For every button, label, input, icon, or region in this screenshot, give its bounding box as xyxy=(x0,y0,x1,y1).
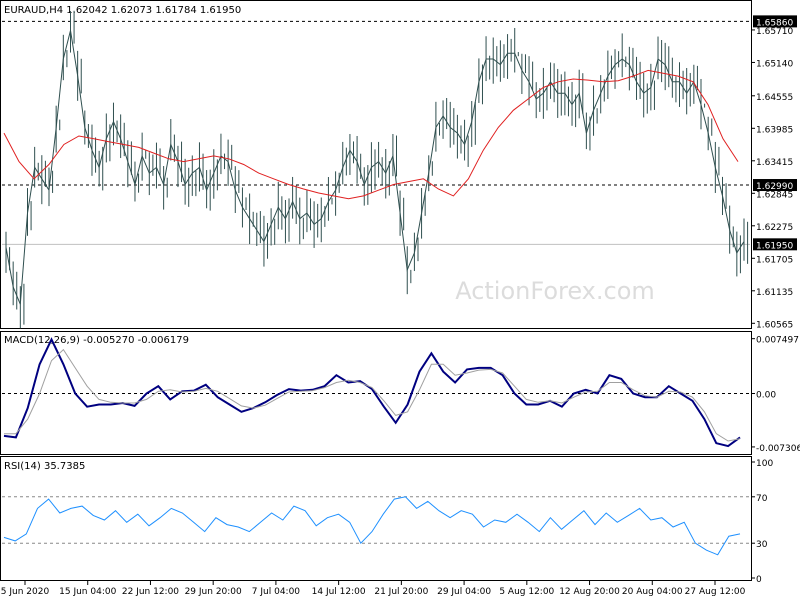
price-y-tick-label: 1.63415 xyxy=(756,158,793,168)
price-y-tick-label: 1.61135 xyxy=(756,288,793,298)
rsi-y-tick-label: 0 xyxy=(756,575,762,585)
rsi-y-tick-label: 70 xyxy=(756,494,768,504)
price-y-tick-label: 1.63985 xyxy=(756,125,793,135)
price-panel-title: EURAUD,H4 1.62042 1.62073 1.61784 1.6195… xyxy=(4,5,241,16)
x-axis-tick-label: 29 Jul 04:00 xyxy=(437,587,491,597)
price-y-tick-label: 1.60565 xyxy=(756,320,793,330)
macd-y-tick-label: -0.007306 xyxy=(756,444,800,454)
watermark: ActionForex.com xyxy=(455,277,655,305)
price-y-tick-label: 1.62275 xyxy=(756,223,793,233)
price-y-tick-label: 1.61705 xyxy=(756,255,793,265)
price-level-label: 1.61950 xyxy=(756,241,793,251)
x-axis-tick-label: 20 Aug 04:00 xyxy=(622,587,683,597)
macd-panel-title: MACD(12,26,9) -0.005270 -0.006179 xyxy=(4,335,189,346)
price-y-tick-label: 1.65710 xyxy=(756,27,793,37)
macd-y-tick-label: 0.007497 xyxy=(756,336,799,346)
rsi-y-tick-label: 30 xyxy=(756,540,768,550)
rsi-panel-frame xyxy=(0,456,752,581)
macd-y-tick-label: 0.00 xyxy=(756,391,776,401)
x-axis-tick-label: 27 Aug 12:00 xyxy=(685,587,746,597)
price-y-tick-label: 1.62845 xyxy=(756,190,793,200)
x-axis-tick-label: 12 Aug 20:00 xyxy=(559,587,620,597)
price-y-tick-label: 1.65140 xyxy=(756,59,793,69)
rsi-panel-title: RSI(14) 35.7385 xyxy=(4,461,85,472)
x-axis-tick-label: 5 Jun 2020 xyxy=(1,587,50,597)
x-axis-tick-label: 5 Aug 12:00 xyxy=(499,587,554,597)
x-axis-tick-label: 14 Jul 12:00 xyxy=(312,587,366,597)
chart-canvas: ActionForex.com EURAUD,H4 1.62042 1.6207… xyxy=(0,0,800,597)
price-y-tick-label: 1.64555 xyxy=(756,93,793,103)
x-axis-tick-label: 15 Jun 04:00 xyxy=(59,587,116,597)
x-axis-tick-label: 29 Jun 20:00 xyxy=(185,587,242,597)
x-axis-tick-label: 7 Jul 04:00 xyxy=(252,587,301,597)
chart-root: ActionForex.com EURAUD,H4 1.62042 1.6207… xyxy=(0,0,800,600)
x-axis-tick-label: 21 Jul 20:00 xyxy=(374,587,428,597)
rsi-y-tick-label: 100 xyxy=(756,459,773,469)
x-axis-tick-label: 22 Jun 12:00 xyxy=(122,587,179,597)
